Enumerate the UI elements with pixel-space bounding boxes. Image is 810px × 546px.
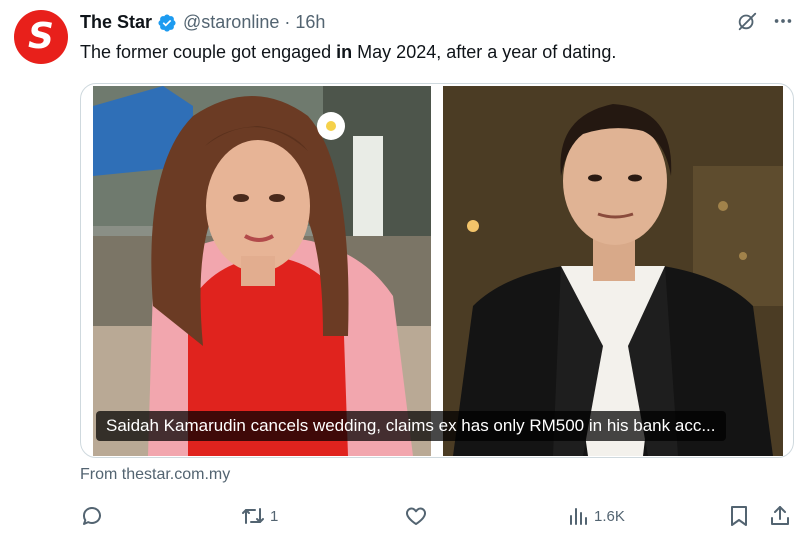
reply-icon [82,507,101,525]
tweet-text: The former couple got engaged in May 202… [80,42,616,63]
tweet-text-part-1: The former couple got engaged [80,42,337,62]
more-options-icon[interactable] [772,10,794,32]
retweet-count: 1 [270,507,279,525]
bookmark-button[interactable] [728,504,750,528]
tweet-time[interactable]: 16h [295,12,325,33]
verified-badge-icon [157,13,177,33]
bookmark-icon [731,506,747,526]
link-card[interactable] [80,83,794,458]
retweet-button[interactable]: 1 [240,504,278,528]
card-image-woman [93,86,431,456]
tweet-text-bold: in [336,42,353,62]
top-icons [736,10,794,32]
reply-button[interactable] [80,504,108,528]
views-icon [570,508,587,525]
share-icon [771,506,789,525]
action-bar: 1 1.6K [80,504,796,532]
like-button[interactable] [404,504,432,528]
header-separator: · [284,12,291,32]
avatar-letter: S [28,16,54,57]
avatar[interactable]: S [14,10,68,64]
views-count: 1.6K [594,507,625,525]
retweet-icon [242,508,264,524]
grok-icon[interactable] [736,10,758,32]
card-source[interactable]: From thestar.com.my [80,466,230,484]
author-name[interactable]: The Star [80,12,152,33]
card-caption[interactable]: Saidah Kamarudin cancels wedding, claims… [96,411,726,441]
author-handle[interactable]: @staronline [183,12,279,33]
heart-icon [406,507,426,525]
views-button[interactable]: 1.6K [566,504,625,528]
tweet-text-part-2: May 2024, after a year of dating. [352,42,617,62]
card-image-man [443,86,783,456]
share-button[interactable] [768,504,792,528]
tweet-header: The Star @staronline · 16h [80,12,325,33]
